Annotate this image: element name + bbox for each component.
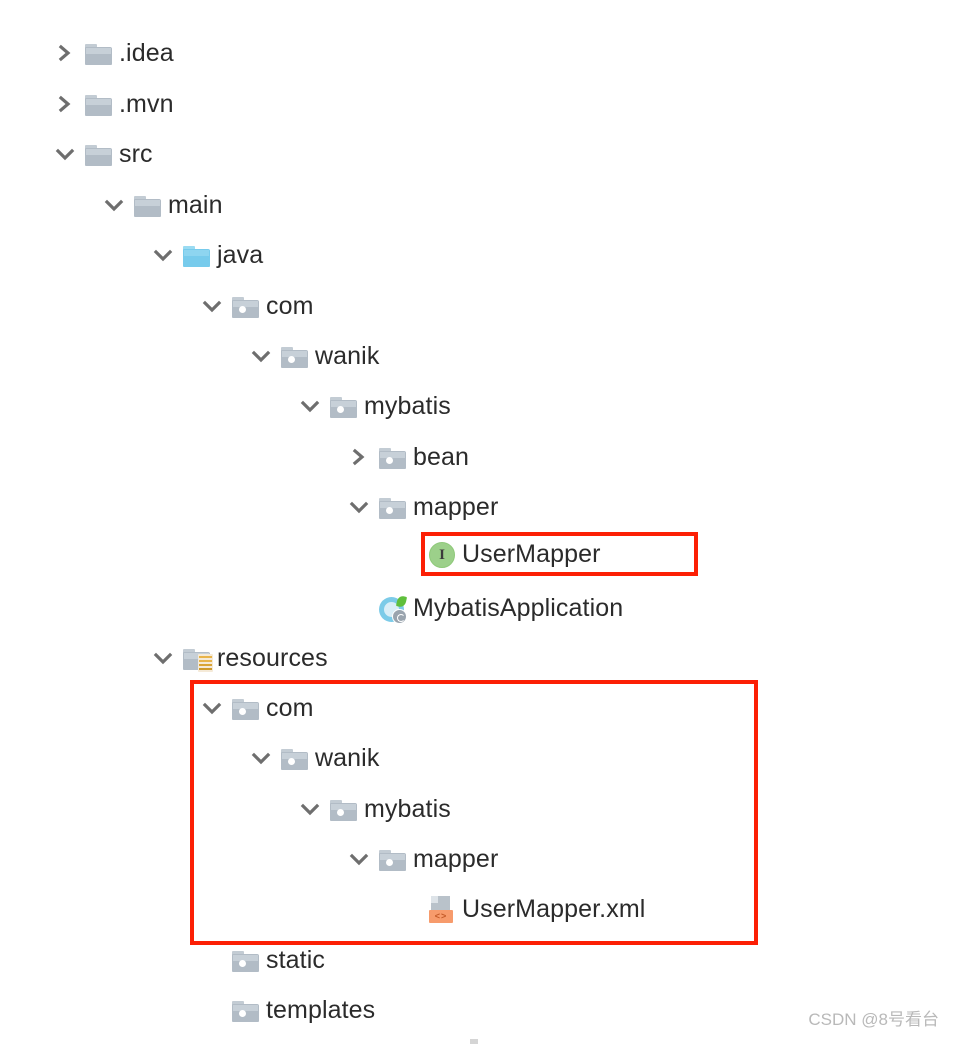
java-interface-icon: I: [427, 539, 457, 569]
tree-node-label: .idea: [119, 39, 174, 67]
tree-node-mybatis[interactable]: mybatis: [297, 386, 451, 426]
tree-node-com[interactable]: com: [199, 286, 314, 326]
tree-node-label: java: [217, 241, 264, 269]
chevron-down-icon[interactable]: [346, 494, 372, 520]
tree-node-label: UserMapper.xml: [462, 895, 646, 923]
tree-node-mybatisapplication[interactable]: MybatisApplication: [346, 588, 623, 628]
no-chevron-spacer: [199, 947, 225, 973]
chevron-down-icon[interactable]: [52, 141, 78, 167]
chevron-down-icon[interactable]: [199, 695, 225, 721]
tree-node-label: com: [266, 694, 314, 722]
tree-node-label: resources: [217, 644, 328, 672]
xml-file-icon: <>: [427, 894, 457, 924]
resources-root-icon: [182, 643, 213, 673]
chevron-down-icon[interactable]: [248, 343, 274, 369]
tree-node-label: main: [168, 191, 223, 219]
package-icon: [231, 945, 261, 975]
tree-node-usermapper-xml[interactable]: <> UserMapper.xml: [395, 889, 645, 929]
tree-node-label: bean: [413, 443, 470, 471]
tree-node-label: wanik: [315, 744, 380, 772]
tree-node-mapper[interactable]: mapper: [346, 487, 498, 527]
tree-node-mybatis[interactable]: mybatis: [297, 789, 451, 829]
source-root-folder-icon: [182, 240, 212, 270]
folder-icon: [133, 190, 163, 220]
tree-node-label: templates: [266, 996, 376, 1024]
tree-node-label: mybatis: [364, 795, 451, 823]
no-chevron-spacer: [346, 595, 372, 621]
tree-node-wanik[interactable]: wanik: [248, 738, 379, 778]
tree-node-mvn[interactable]: .mvn: [52, 84, 174, 124]
folder-icon: [84, 139, 114, 169]
tree-node-usermapper[interactable]: I UserMapper: [395, 534, 601, 574]
chevron-right-icon[interactable]: [52, 40, 78, 66]
chevron-down-icon[interactable]: [150, 645, 176, 671]
folder-icon: [84, 38, 114, 68]
package-icon: [329, 794, 359, 824]
csdn-watermark: CSDN @8号看台: [808, 1010, 939, 1029]
chevron-right-icon[interactable]: [52, 91, 78, 117]
spring-boot-class-icon: [378, 593, 408, 624]
package-icon: [280, 341, 310, 371]
tree-node-com[interactable]: com: [199, 688, 314, 728]
chevron-down-icon[interactable]: [297, 393, 323, 419]
package-icon: [231, 693, 261, 723]
chevron-down-icon[interactable]: [101, 192, 127, 218]
tree-node-label: mapper: [413, 493, 499, 521]
tree-node-label: wanik: [315, 342, 380, 370]
scrollbar-thumb[interactable]: [470, 1039, 478, 1044]
package-icon: [280, 743, 310, 773]
package-icon: [378, 492, 408, 522]
tree-node-label: src: [119, 140, 153, 168]
no-chevron-spacer: [395, 896, 421, 922]
tree-node-java[interactable]: java: [150, 235, 263, 275]
horizontal-scrollbar[interactable]: [0, 1039, 953, 1044]
chevron-down-icon[interactable]: [248, 745, 274, 771]
tree-node-label: MybatisApplication: [413, 594, 624, 622]
tree-node-main[interactable]: main: [101, 185, 223, 225]
package-icon: [231, 995, 261, 1025]
chevron-down-icon[interactable]: [199, 293, 225, 319]
chevron-down-icon[interactable]: [297, 796, 323, 822]
package-icon: [231, 291, 261, 321]
no-chevron-spacer: [395, 541, 421, 567]
package-icon: [378, 442, 408, 472]
tree-node-label: .mvn: [119, 90, 174, 118]
tree-node-mapper[interactable]: mapper: [346, 839, 498, 879]
tree-node-bean[interactable]: bean: [346, 437, 469, 477]
chevron-right-icon[interactable]: [346, 444, 372, 470]
package-icon: [329, 391, 359, 421]
tree-node-src[interactable]: src: [52, 134, 153, 174]
tree-node-static[interactable]: static: [199, 940, 325, 980]
chevron-down-icon[interactable]: [346, 846, 372, 872]
tree-node-idea[interactable]: .idea: [52, 33, 174, 73]
tree-node-label: UserMapper: [462, 540, 601, 568]
tree-node-resources[interactable]: resources: [150, 638, 328, 678]
tree-node-label: mapper: [413, 845, 499, 873]
tree-node-label: static: [266, 946, 325, 974]
tree-node-label: mybatis: [364, 392, 451, 420]
tree-node-wanik[interactable]: wanik: [248, 336, 379, 376]
chevron-down-icon[interactable]: [150, 242, 176, 268]
tree-node-templates[interactable]: templates: [199, 990, 375, 1030]
tree-node-label: com: [266, 292, 314, 320]
project-tree[interactable]: .idea .mvn src main java com wanik mybatis bean m…: [0, 0, 953, 1044]
no-chevron-spacer: [199, 997, 225, 1023]
folder-icon: [84, 89, 114, 119]
package-icon: [378, 844, 408, 874]
